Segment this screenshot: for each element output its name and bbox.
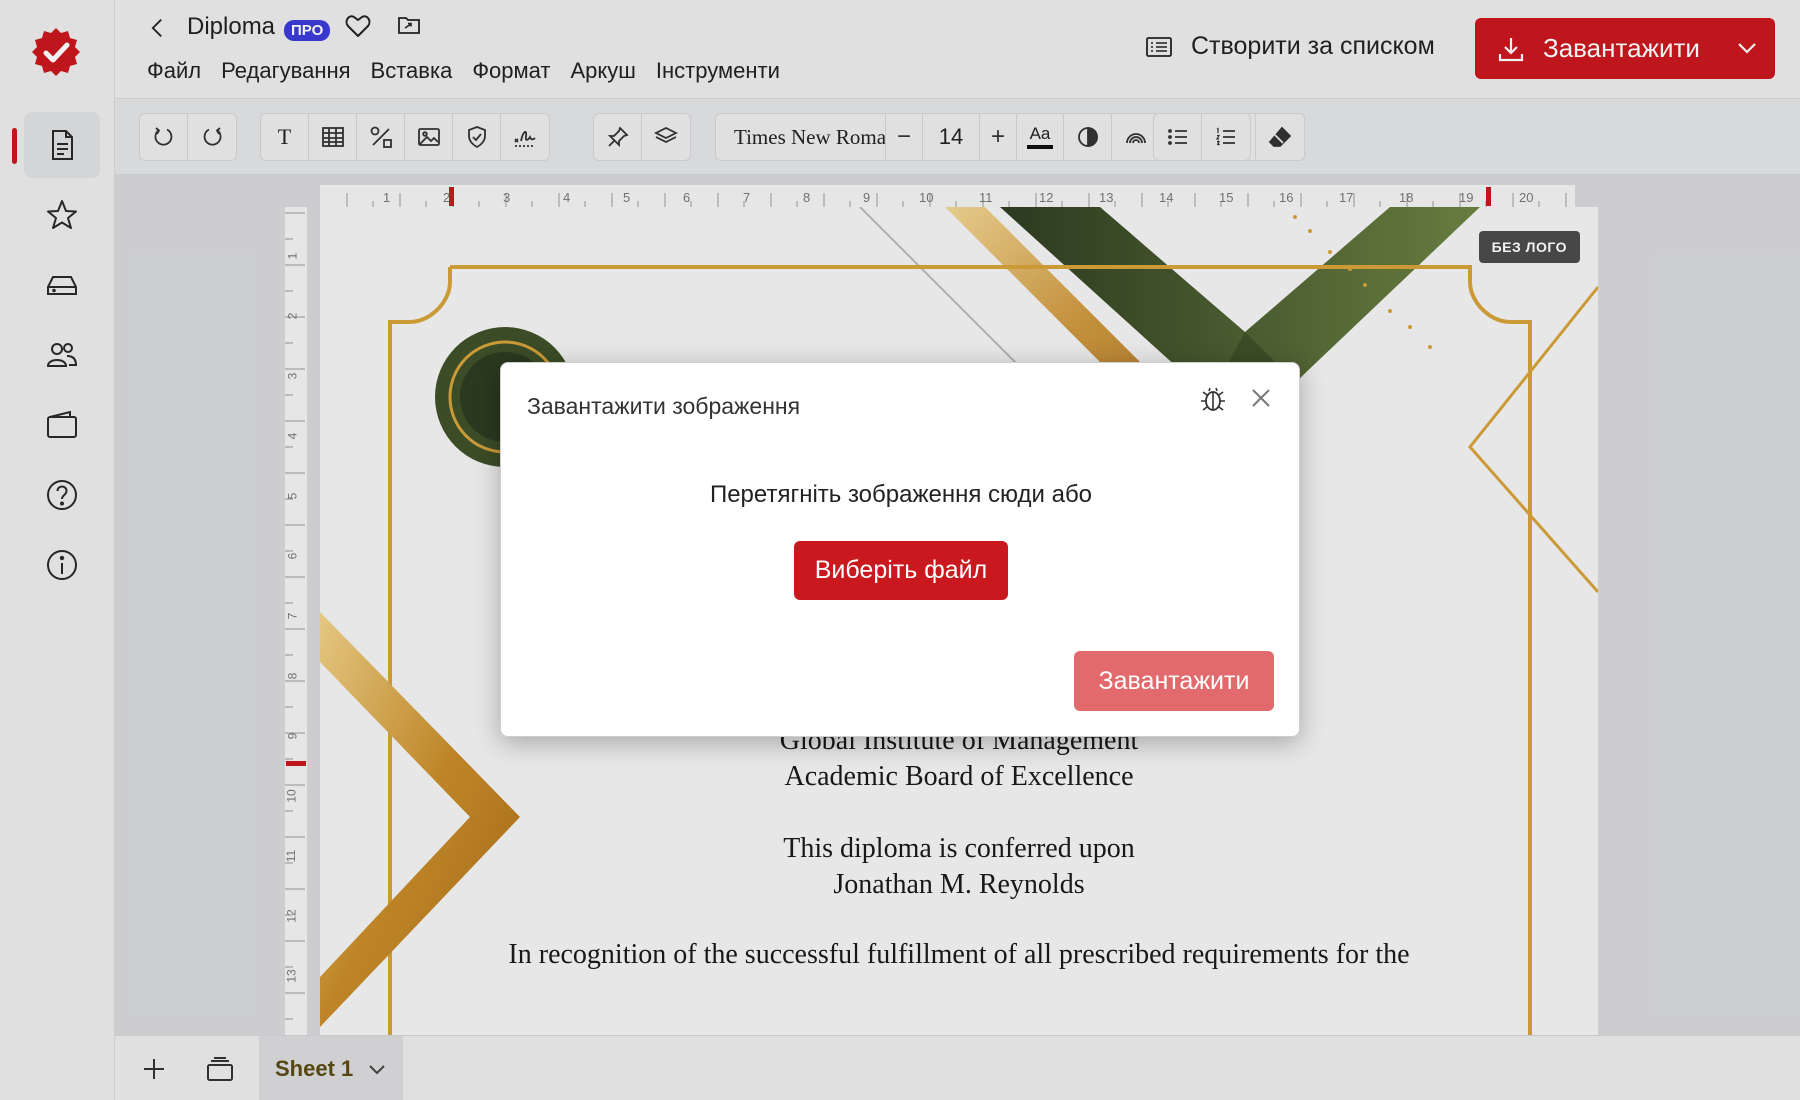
upload-button[interactable]: Завантажити — [1074, 651, 1274, 711]
upload-image-dialog: Завантажити зображення Перетягніть зобра… — [500, 362, 1300, 737]
choose-file-button[interactable]: Виберіть файл — [794, 541, 1008, 600]
bug-icon[interactable] — [1199, 385, 1227, 413]
close-icon[interactable] — [1250, 387, 1272, 409]
dialog-title: Завантажити зображення — [527, 393, 801, 419]
drop-zone-text[interactable]: Перетягніть зображення сюди або — [501, 481, 1301, 509]
